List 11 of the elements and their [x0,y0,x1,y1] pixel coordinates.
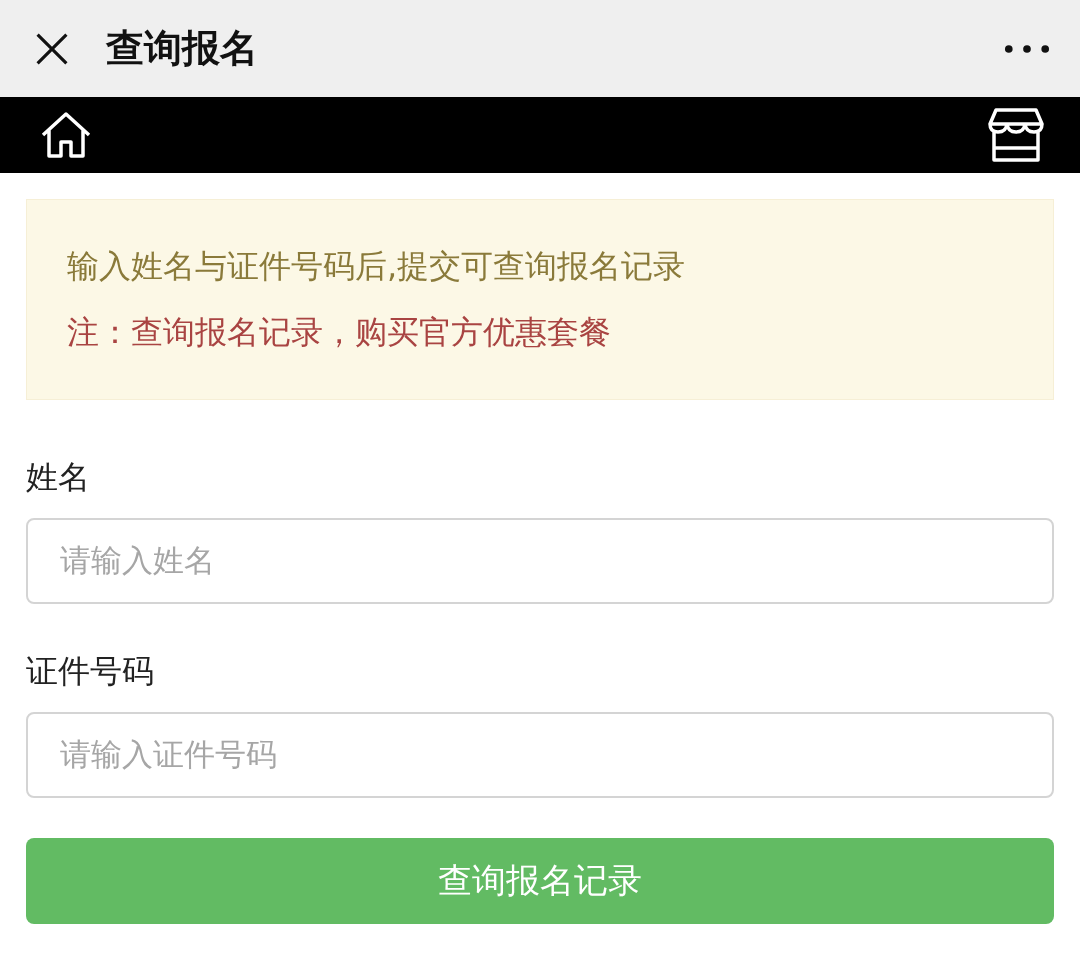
input-field[interactable]: 请输入姓名 [26,518,1054,605]
notice-text: 输入姓名与证件号码后,提交可查询报名记录 [67,246,687,287]
more-icon[interactable] [1004,43,1050,54]
input-field[interactable]: 请输入证件号码 [26,712,1054,799]
notice-text: 注：查询报名记录，购买官方优惠套餐 [67,311,612,353]
store-icon[interactable] [988,108,1044,162]
submit-button[interactable]: 查询报名记录 [26,838,1054,925]
field-label: 证件号码 [26,651,155,693]
field-label: 姓名 [26,457,91,499]
home-icon[interactable] [40,111,92,159]
page-title: 查询报名 [106,25,258,72]
